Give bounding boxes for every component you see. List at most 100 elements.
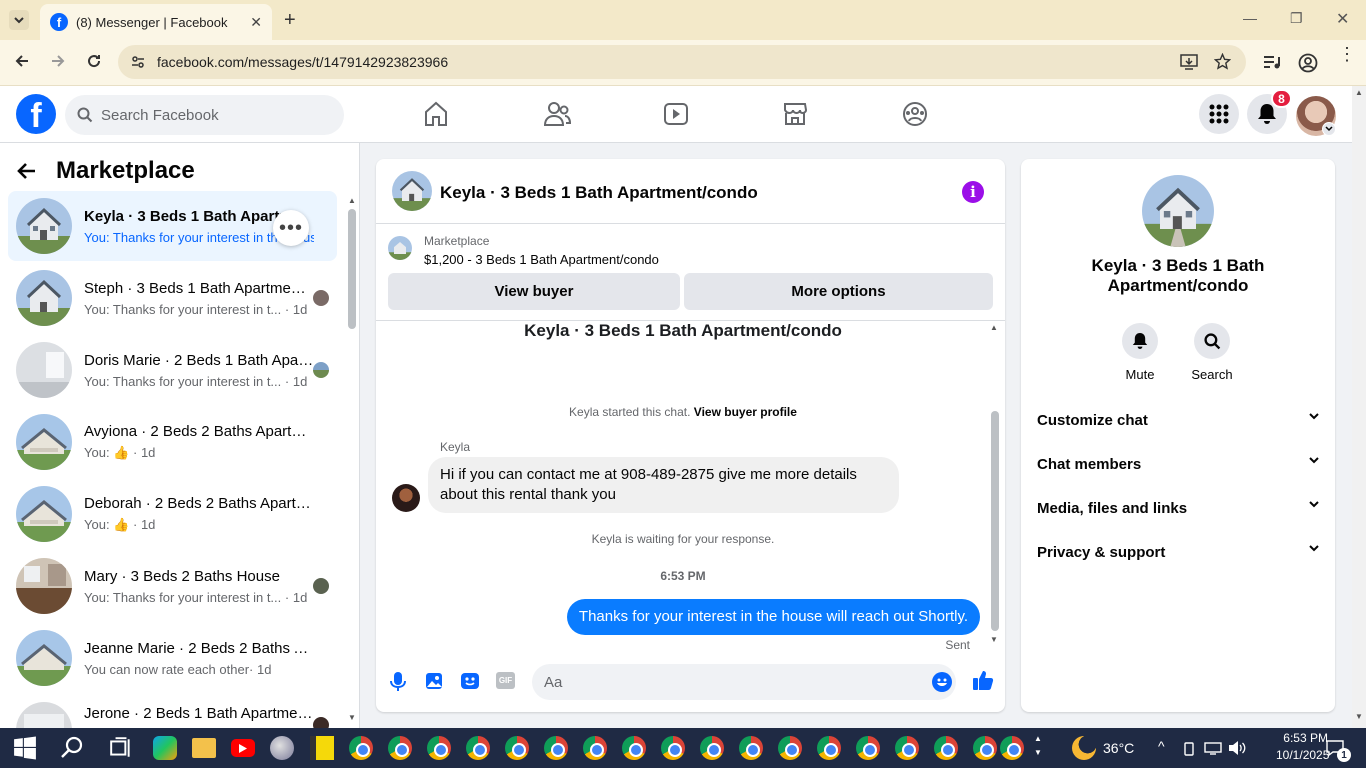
mute-action[interactable]: Mute xyxy=(1110,323,1170,382)
task-view-icon[interactable] xyxy=(109,736,133,760)
close-window-button[interactable]: ✕ xyxy=(1336,9,1349,29)
conversation-item[interactable]: Jerone · 2 Beds 1 Bath Apartment/condo xyxy=(8,695,337,728)
view-buyer-button[interactable]: View buyer xyxy=(388,273,680,310)
chrome-icon[interactable] xyxy=(856,736,880,760)
restore-button[interactable]: ❐ xyxy=(1290,10,1303,27)
chrome-icon[interactable] xyxy=(739,736,763,760)
network-icon[interactable] xyxy=(1204,741,1222,755)
chrome-icon[interactable] xyxy=(544,736,568,760)
outgoing-message[interactable]: Thanks for your interest in the house wi… xyxy=(566,599,980,635)
chrome-icon[interactable] xyxy=(466,736,490,760)
chrome-icon[interactable] xyxy=(388,736,412,760)
conversation-item[interactable]: Avyiona · 2 Beds 2 Baths Apartment/condo… xyxy=(8,407,337,477)
conversation-item[interactable]: Steph · 3 Beds 1 Bath Apartment/condo Yo… xyxy=(8,263,337,333)
conversation-item[interactable]: Jeanne Marie · 2 Beds 2 Baths Apartment/… xyxy=(8,623,337,693)
message-input[interactable]: Aa xyxy=(532,664,956,700)
view-buyer-profile-link[interactable]: View buyer profile xyxy=(694,405,797,419)
chrome-icon[interactable] xyxy=(778,736,802,760)
minimize-button[interactable]: — xyxy=(1243,10,1257,26)
profile-icon[interactable] xyxy=(1298,53,1318,73)
chat-members-section[interactable]: Chat members xyxy=(1037,456,1319,473)
chrome-icon[interactable] xyxy=(661,736,685,760)
tab-search-button[interactable] xyxy=(9,10,29,30)
media-files-links-section[interactable]: Media, files and links xyxy=(1037,500,1319,517)
clock[interactable]: 6:53 PM 10/1/2025 xyxy=(1276,731,1329,762)
youtube-icon[interactable] xyxy=(231,739,255,757)
chrome-icon[interactable] xyxy=(973,736,997,760)
microphone-icon[interactable] xyxy=(390,672,406,692)
show-hidden-icons[interactable]: ^ xyxy=(1158,738,1165,754)
browser-menu-button[interactable]: ⋮ xyxy=(1338,45,1356,63)
copilot-icon[interactable] xyxy=(153,736,177,760)
volume-icon[interactable] xyxy=(1228,740,1246,756)
video-nav-icon[interactable] xyxy=(663,101,689,127)
conversation-options-button[interactable]: ••• xyxy=(273,210,309,246)
bookmark-star-icon[interactable] xyxy=(1214,53,1231,70)
incoming-message[interactable]: Hi if you can contact me at 908-489-2875… xyxy=(428,457,899,513)
chrome-icon[interactable] xyxy=(349,736,373,760)
home-nav-icon[interactable] xyxy=(424,101,448,127)
account-menu-button[interactable] xyxy=(1322,122,1336,136)
chrome-icon[interactable] xyxy=(583,736,607,760)
sticker-icon[interactable] xyxy=(460,672,480,690)
menu-button[interactable] xyxy=(1199,94,1239,134)
scroll-down-arrow[interactable]: ▼ xyxy=(348,713,356,722)
search-icon[interactable] xyxy=(60,736,84,760)
media-control-icon[interactable] xyxy=(1263,55,1281,71)
scroll-up-arrow[interactable]: ▲ xyxy=(990,323,998,332)
chat-listing-avatar[interactable] xyxy=(392,171,432,211)
emoji-icon[interactable] xyxy=(932,672,952,692)
chrome-icon[interactable] xyxy=(1000,736,1024,760)
new-tab-button[interactable]: + xyxy=(284,9,296,32)
conversation-item[interactable]: Doris Marie · 2 Beds 1 Bath Apartment/co… xyxy=(8,335,337,405)
install-app-icon[interactable] xyxy=(1180,54,1198,70)
url-text[interactable]: facebook.com/messages/t/1479142923823966 xyxy=(157,54,448,70)
info-icon[interactable]: i xyxy=(962,181,984,203)
chrome-icon[interactable] xyxy=(505,736,529,760)
facebook-logo[interactable]: f xyxy=(16,94,56,134)
listing-photo[interactable] xyxy=(1142,175,1214,247)
device-icon[interactable] xyxy=(1182,742,1196,756)
back-button[interactable] xyxy=(14,53,30,69)
conversation-item[interactable]: Deborah · 2 Beds 2 Baths Apartment/condo… xyxy=(8,479,337,549)
thread-scrollbar[interactable] xyxy=(991,411,999,631)
photo-icon[interactable] xyxy=(425,672,443,690)
sticky-notes-icon[interactable] xyxy=(310,736,334,760)
scroll-down-arrow[interactable]: ▼ xyxy=(1355,712,1363,721)
search-in-chat-action[interactable]: Search xyxy=(1182,323,1242,382)
thumbs-up-send-icon[interactable] xyxy=(972,669,994,691)
temperature[interactable]: 36°C xyxy=(1103,740,1134,756)
reload-button[interactable] xyxy=(86,53,102,69)
page-scrollbar[interactable]: ▲ ▼ xyxy=(1352,86,1366,728)
close-tab-icon[interactable]: ✕ xyxy=(250,14,262,31)
taskbar-overflow-arrows[interactable]: ▲ ▼ xyxy=(1034,732,1042,760)
chrome-icon[interactable] xyxy=(427,736,451,760)
paint-icon[interactable] xyxy=(270,736,294,760)
chrome-icon[interactable] xyxy=(934,736,958,760)
marketplace-nav-icon[interactable] xyxy=(782,101,808,127)
weather-icon[interactable] xyxy=(1072,736,1096,760)
listing-price-title[interactable]: $1,200 - 3 Beds 1 Bath Apartment/condo xyxy=(424,252,659,267)
privacy-support-section[interactable]: Privacy & support xyxy=(1037,544,1319,561)
friends-nav-icon[interactable] xyxy=(543,101,571,127)
site-info-icon[interactable] xyxy=(130,54,146,70)
forward-button[interactable] xyxy=(50,53,66,69)
conversation-list-scrollbar[interactable] xyxy=(348,209,356,329)
scroll-up-arrow[interactable]: ▲ xyxy=(348,196,356,205)
back-arrow-icon[interactable] xyxy=(16,162,36,180)
sender-avatar[interactable] xyxy=(392,484,420,512)
chat-title[interactable]: Keyla · 3 Beds 1 Bath Apartment/condo xyxy=(440,183,758,203)
customize-chat-section[interactable]: Customize chat xyxy=(1037,412,1319,429)
windows-start-icon[interactable] xyxy=(13,736,37,760)
address-bar[interactable]: facebook.com/messages/t/1479142923823966 xyxy=(118,45,1246,79)
file-explorer-icon[interactable] xyxy=(192,738,216,758)
chrome-icon[interactable] xyxy=(895,736,919,760)
conversation-item[interactable]: Mary · 3 Beds 2 Baths House You: Thanks … xyxy=(8,551,337,621)
gif-icon[interactable]: GIF xyxy=(496,672,515,689)
scroll-down-arrow[interactable]: ▼ xyxy=(990,635,998,644)
chrome-icon[interactable] xyxy=(700,736,724,760)
chrome-icon[interactable] xyxy=(817,736,841,760)
browser-tab[interactable]: f (8) Messenger | Facebook ✕ xyxy=(40,4,272,40)
search-input[interactable]: Search Facebook xyxy=(65,95,344,135)
more-options-button[interactable]: More options xyxy=(684,273,993,310)
